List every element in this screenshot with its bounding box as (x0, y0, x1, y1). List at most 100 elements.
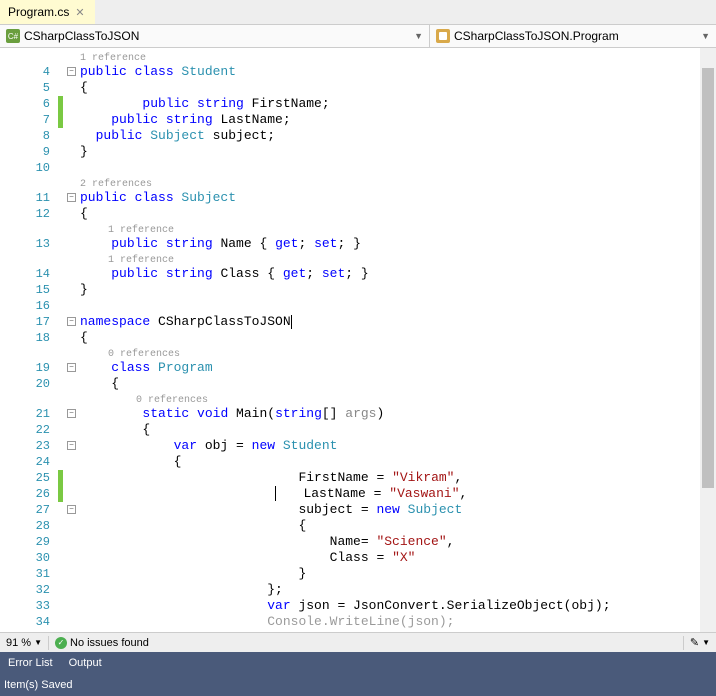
line-number: 19 (0, 360, 58, 376)
code-line: LastName = "Vaswani", (80, 486, 716, 502)
close-icon[interactable]: ✕ (73, 6, 86, 19)
fold-toggle[interactable]: − (67, 193, 76, 202)
code-line: { (80, 80, 716, 96)
nav-scope-dropdown[interactable]: C# CSharpClassToJSON ▼ (0, 25, 430, 47)
codelens[interactable]: 1 reference (80, 50, 716, 64)
view-options[interactable]: ✎ ▼ (684, 636, 716, 649)
line-number: 32 (0, 582, 58, 598)
line-number: 30 (0, 550, 58, 566)
code-line: { (80, 454, 716, 470)
line-number: 4 (0, 64, 58, 80)
line-number: 16 (0, 298, 58, 314)
code-line: public string Name { get; set; } (80, 236, 716, 252)
code-line: namespace CSharpClassToJSON (80, 314, 716, 330)
codelens[interactable]: 0 references (80, 392, 716, 406)
check-icon: ✓ (55, 637, 67, 649)
fold-toggle[interactable]: − (67, 505, 76, 514)
fold-toggle[interactable]: − (67, 363, 76, 372)
chevron-down-icon: ▼ (701, 31, 710, 41)
codelens[interactable]: 1 reference (80, 252, 716, 266)
code-line: Console.WriteLine(json); (80, 614, 716, 630)
bottom-panel-tabs: Error List Output (0, 652, 716, 674)
line-number: 18 (0, 330, 58, 346)
fold-toggle[interactable]: − (67, 67, 76, 76)
scrollbar-thumb[interactable] (702, 68, 714, 488)
line-number: 11 (0, 190, 58, 206)
fold-toggle[interactable]: − (67, 441, 76, 450)
nav-type-text: CSharpClassToJSON.Program (454, 29, 619, 43)
code-line: } (80, 282, 716, 298)
change-indicator (58, 470, 63, 486)
chevron-down-icon: ▼ (414, 31, 423, 41)
output-tab[interactable]: Output (61, 652, 110, 674)
line-number: 13 (0, 236, 58, 252)
line-number: 34 (0, 614, 58, 630)
code-line: } (80, 144, 716, 160)
line-number: 7 (0, 112, 58, 128)
line-number: 6 (0, 96, 58, 112)
file-tab[interactable]: Program.cs ✕ (0, 0, 95, 24)
line-number: 29 (0, 534, 58, 550)
brush-icon: ✎ (690, 636, 699, 649)
footer-status: Item(s) Saved (0, 674, 716, 696)
error-list-tab[interactable]: Error List (0, 652, 61, 674)
line-number: 31 (0, 566, 58, 582)
svg-text:C#: C# (8, 32, 19, 41)
code-line: FirstName = "Vikram", (80, 470, 716, 486)
line-number: 14 (0, 266, 58, 282)
tab-label: Program.cs (8, 5, 69, 19)
codelens[interactable]: 0 references (80, 346, 716, 360)
line-number: 33 (0, 598, 58, 614)
change-indicator (58, 96, 63, 112)
code-line: class Program (80, 360, 716, 376)
code-line: static void Main(string[] args) (80, 406, 716, 422)
code-area[interactable]: 1 reference public class Student { publi… (80, 48, 716, 632)
code-editor[interactable]: 4 5 6 7 8 9 10 11 12 13 14 15 16 17 18 1… (0, 48, 716, 632)
code-line: { (80, 330, 716, 346)
line-number: 21 (0, 406, 58, 422)
code-line: public Subject subject; (80, 128, 716, 144)
code-line: public string Class { get; set; } (80, 266, 716, 282)
code-line: } (80, 566, 716, 582)
code-line: var obj = new Student (80, 438, 716, 454)
change-indicator (58, 486, 63, 502)
margin: − − − − − − − (58, 48, 80, 632)
fold-toggle[interactable]: − (67, 317, 76, 326)
codelens[interactable]: 1 reference (80, 222, 716, 236)
fold-toggle[interactable]: − (67, 409, 76, 418)
line-number: 20 (0, 376, 58, 392)
line-number: 17 (0, 314, 58, 330)
code-line: { (80, 422, 716, 438)
code-line: public class Subject (80, 190, 716, 206)
line-number: 27 (0, 502, 58, 518)
code-line: { (80, 518, 716, 534)
code-line: { (80, 376, 716, 392)
code-line: { (80, 206, 716, 222)
code-line: var json = JsonConvert.SerializeObject(o… (80, 598, 716, 614)
line-number: 26 (0, 486, 58, 502)
code-line: public string FirstName; (80, 96, 716, 112)
line-number: 22 (0, 422, 58, 438)
code-line: Name= "Science", (80, 534, 716, 550)
status-bar: 91 % ▼ ✓No issues found ✎ ▼ (0, 632, 716, 652)
line-number: 10 (0, 160, 58, 176)
line-number: 23 (0, 438, 58, 454)
nav-scope-text: CSharpClassToJSON (24, 29, 139, 43)
line-number: 5 (0, 80, 58, 96)
change-indicator (58, 112, 63, 128)
code-line: Class = "X" (80, 550, 716, 566)
line-number: 24 (0, 454, 58, 470)
nav-type-dropdown[interactable]: CSharpClassToJSON.Program ▼ (430, 25, 716, 47)
class-icon (436, 29, 450, 43)
line-number: 8 (0, 128, 58, 144)
code-line: }; (80, 582, 716, 598)
zoom-level[interactable]: 91 % ▼ (0, 637, 48, 649)
line-number-gutter: 4 5 6 7 8 9 10 11 12 13 14 15 16 17 18 1… (0, 48, 58, 632)
footer-message: Item(s) Saved (4, 679, 72, 691)
text-cursor (291, 315, 292, 329)
line-number: 9 (0, 144, 58, 160)
code-line: subject = new Subject (80, 502, 716, 518)
vertical-scrollbar[interactable] (700, 48, 716, 632)
codelens[interactable]: 2 references (80, 176, 716, 190)
issues-status[interactable]: ✓No issues found (49, 637, 155, 649)
